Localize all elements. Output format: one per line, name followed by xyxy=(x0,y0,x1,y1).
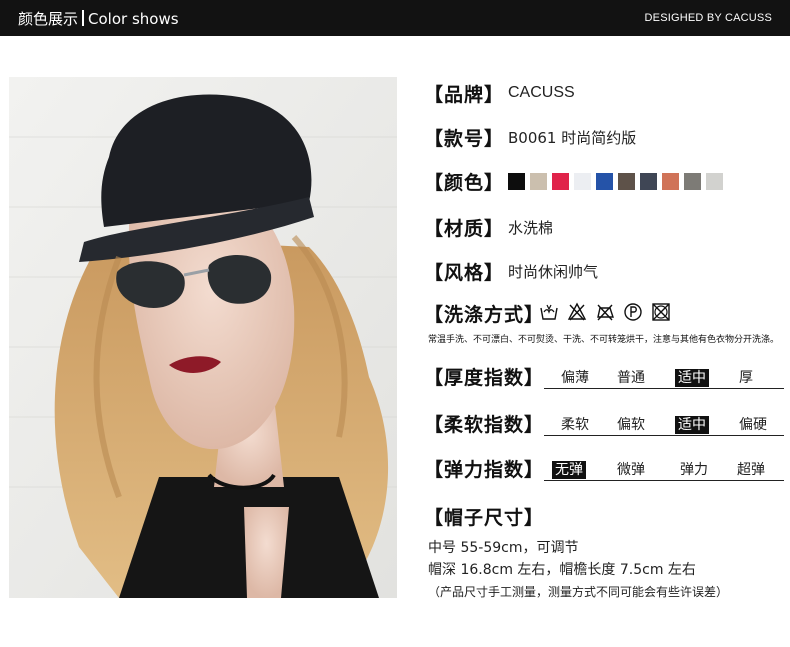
swatch-navy[interactable] xyxy=(640,173,657,190)
swatch-orange[interactable] xyxy=(662,173,679,190)
model-row: 【款号】 B0061 时尚简约版 xyxy=(424,124,636,151)
thickness-option: 偏薄 xyxy=(561,370,589,386)
designer-credit: DESIGHED BY CACUSS xyxy=(644,12,772,24)
brand-value: CACUSS xyxy=(508,84,575,101)
no-bleach-icon xyxy=(567,302,587,321)
wash-row: 【洗涤方式】 xyxy=(424,300,670,327)
softness-option: 偏软 xyxy=(617,417,645,433)
color-row: 【颜色】 xyxy=(424,168,723,195)
color-label: 【颜色】 xyxy=(424,172,505,194)
swatch-brown[interactable] xyxy=(618,173,635,190)
swatch-blue[interactable] xyxy=(596,173,613,190)
size-details: 中号 55-59cm，可调节 帽深 16.8cm 左右，帽檐长度 7.5cm 左… xyxy=(428,537,728,603)
brand-label: 【品牌】 xyxy=(424,84,505,106)
hand-wash-icon xyxy=(540,304,558,320)
thickness-scale: 偏薄 普通 适中 厚 xyxy=(544,369,784,389)
style-row: 【风格】 时尚休闲帅气 xyxy=(424,258,598,285)
softness-option-selected: 适中 xyxy=(675,416,709,434)
material-value: 水洗棉 xyxy=(508,219,554,237)
thickness-option-selected: 适中 xyxy=(675,369,709,387)
softness-scale: 柔软 偏软 适中 偏硬 xyxy=(544,416,784,436)
elasticity-option: 弹力 xyxy=(680,462,708,478)
elasticity-label: 【弹力指数】 xyxy=(424,459,545,481)
size-note: （产品尺寸手工测量，测量方式不同可能会有些许误差） xyxy=(428,585,729,599)
thickness-option: 厚 xyxy=(739,370,753,386)
thickness-row: 【厚度指数】 偏薄 普通 适中 厚 xyxy=(424,363,784,390)
no-tumble-dry-icon xyxy=(652,303,670,321)
material-label: 【材质】 xyxy=(424,218,505,240)
header-bar: 颜色展示 Color shows DESIGHED BY CACUSS xyxy=(0,0,790,36)
wash-icons xyxy=(539,302,671,322)
softness-option: 柔软 xyxy=(561,417,589,433)
brand-row: 【品牌】 CACUSS xyxy=(424,80,575,107)
header-title: 颜色展示 Color shows xyxy=(18,8,179,29)
elasticity-option: 超弹 xyxy=(737,462,765,478)
softness-option: 偏硬 xyxy=(739,417,767,433)
swatch-black[interactable] xyxy=(508,173,525,190)
elasticity-option: 微弹 xyxy=(617,462,645,478)
product-photo xyxy=(9,77,397,598)
swatch-beige[interactable] xyxy=(530,173,547,190)
color-swatches xyxy=(508,173,723,190)
style-value: 时尚休闲帅气 xyxy=(508,263,599,281)
elasticity-scale: 无弹 微弹 弹力 超弹 xyxy=(544,461,784,481)
style-label: 【风格】 xyxy=(424,262,505,284)
elasticity-row: 【弹力指数】 无弹 微弹 弹力 超弹 xyxy=(424,455,784,482)
no-iron-icon xyxy=(597,304,614,321)
model-label: 【款号】 xyxy=(424,128,505,150)
thickness-label: 【厚度指数】 xyxy=(424,367,545,389)
elasticity-option-selected: 无弹 xyxy=(552,461,586,479)
header-divider xyxy=(82,10,85,26)
header-title-en: Color shows xyxy=(88,10,179,28)
softness-label: 【柔软指数】 xyxy=(424,414,545,436)
size-label: 【帽子尺寸】 xyxy=(424,507,545,529)
material-row: 【材质】 水洗棉 xyxy=(424,214,553,241)
size-row: 【帽子尺寸】 xyxy=(424,503,544,530)
softness-row: 【柔软指数】 柔软 偏软 适中 偏硬 xyxy=(424,410,784,437)
wash-instructions-note: 常温手洗、不可漂白、不可熨烫、干洗、不可转笼烘干，注意与其他有色衣物分开洗涤。 xyxy=(428,335,780,345)
swatch-white[interactable] xyxy=(574,173,591,190)
thickness-option: 普通 xyxy=(617,370,645,386)
size-line-1: 中号 55-59cm，可调节 xyxy=(428,540,579,556)
swatch-red[interactable] xyxy=(552,173,569,190)
size-line-2: 帽深 16.8cm 左右，帽檐长度 7.5cm 左右 xyxy=(428,562,696,578)
dry-clean-p-icon xyxy=(624,303,642,321)
wash-label: 【洗涤方式】 xyxy=(424,304,545,326)
swatch-light-gray[interactable] xyxy=(706,173,723,190)
header-title-cn: 颜色展示 xyxy=(18,10,79,28)
swatch-gray[interactable] xyxy=(684,173,701,190)
model-value: B0061 时尚简约版 xyxy=(508,129,637,147)
